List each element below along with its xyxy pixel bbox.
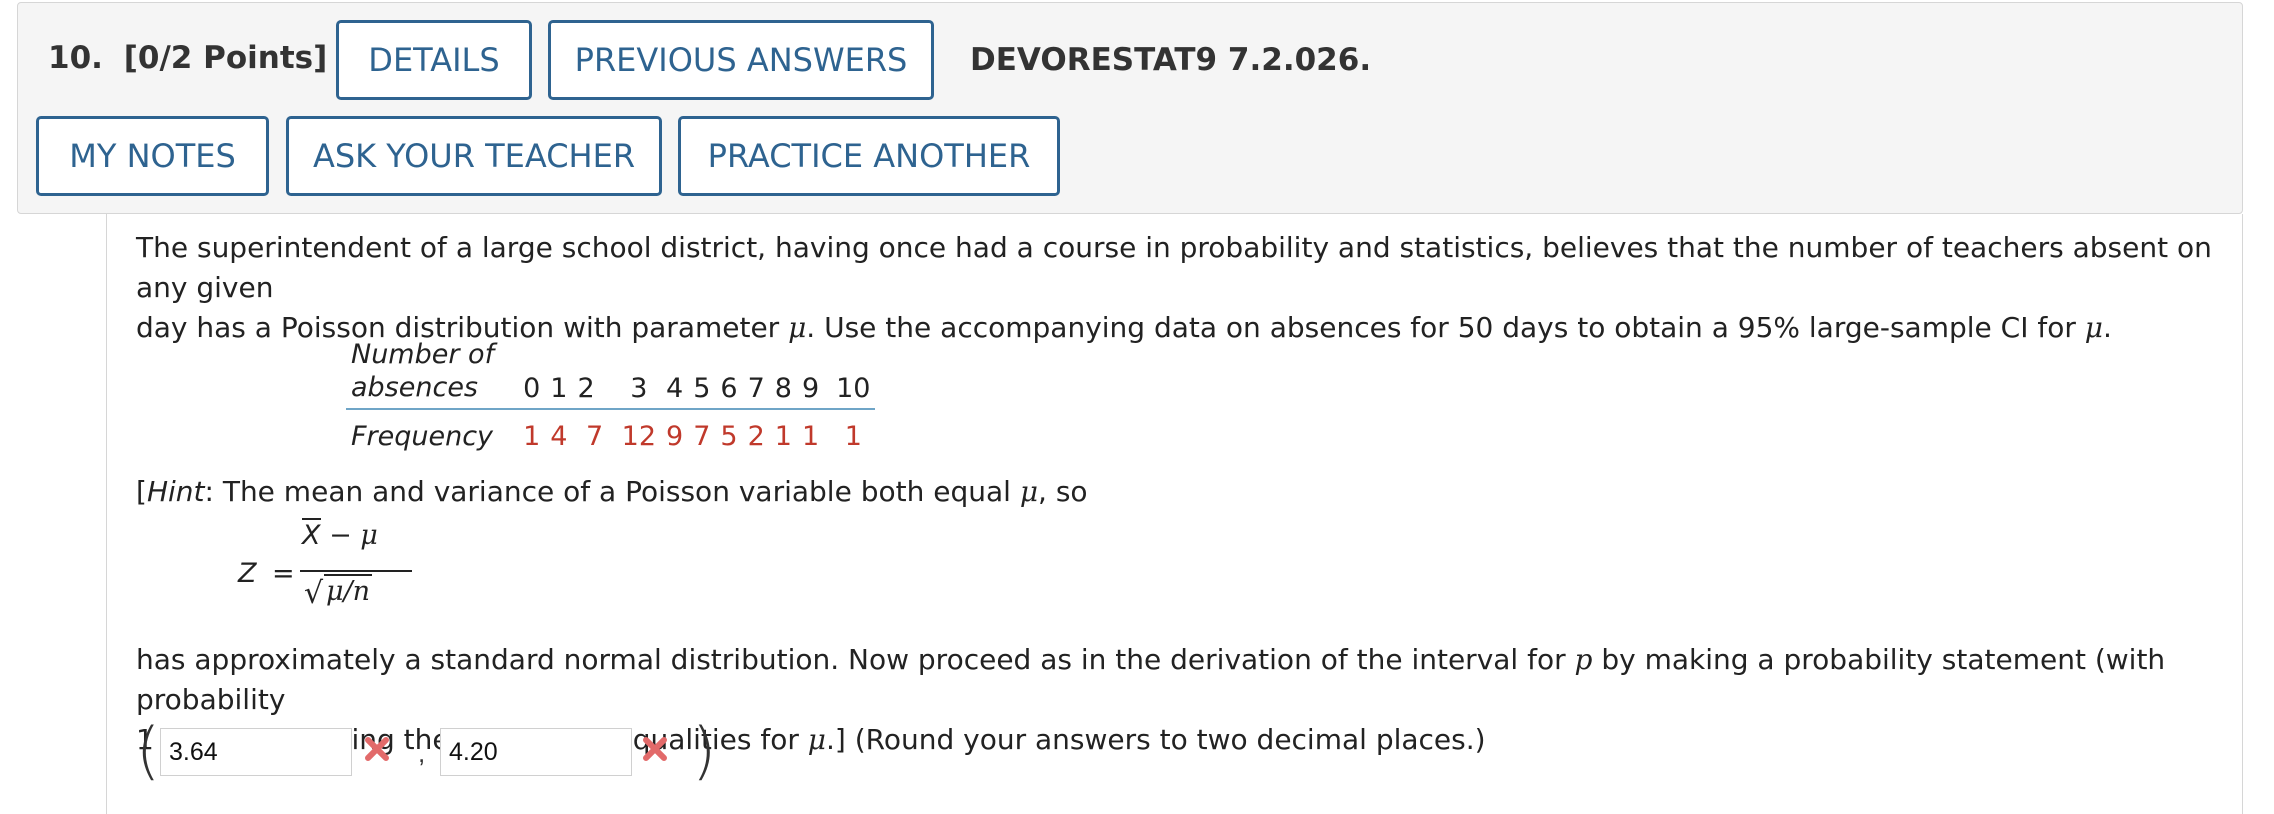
problem-code: DEVORESTAT9 7.2.026. <box>970 42 1372 78</box>
my-notes-button[interactable]: MY NOTES <box>36 116 269 196</box>
table-row-absences: Number of absences 0 1 2 3 4 5 6 7 8 9 10 <box>346 338 876 410</box>
table-cell: 9 <box>666 421 684 452</box>
table-cell: 1 <box>844 421 862 452</box>
formula-denominator: √ μ/n <box>304 574 373 611</box>
table-cell: 7 <box>742 338 770 410</box>
open-paren: ( <box>136 714 161 787</box>
problem-line-1: The superintendent of a large school dis… <box>136 231 2212 304</box>
table-cell: 6 <box>715 338 743 410</box>
question-title: 10. [0/2 Points] <box>48 40 327 76</box>
problem-text: The superintendent of a large school dis… <box>136 228 2226 348</box>
points-label: [0/2 Points] <box>123 40 328 76</box>
lower-bound-input[interactable]: 3.64 <box>160 728 352 776</box>
previous-answers-button[interactable]: PREVIOUS ANSWERS <box>548 20 934 100</box>
table-row-frequency: Frequency 1 4 7 12 9 7 5 2 1 1 1 <box>346 409 875 453</box>
details-button[interactable]: DETAILS <box>336 20 532 100</box>
table-cell: 1 <box>801 421 820 452</box>
table-cell: 9 <box>796 338 825 410</box>
table-cell: 4 <box>550 421 568 452</box>
close-paren: ) <box>692 714 717 787</box>
table-cell: 12 <box>621 421 656 452</box>
table-cell: 2 <box>572 338 617 410</box>
table-cell: 1 <box>774 421 792 452</box>
incorrect-icon <box>365 737 389 761</box>
table-cell: 3 <box>616 338 661 410</box>
interval-separator: , <box>418 738 426 768</box>
table-cell: 0 <box>518 338 546 410</box>
table-cell: 1 <box>545 338 573 410</box>
incorrect-icon <box>643 737 667 761</box>
hint-text: [Hint: The mean and variance of a Poisso… <box>136 475 1088 508</box>
upper-bound-input[interactable]: 4.20 <box>440 728 632 776</box>
table-cell: 7 <box>585 421 604 452</box>
table-cell: 4 <box>661 338 689 410</box>
frequency-row-label: Frequency <box>351 421 494 452</box>
question-number: 10. <box>48 40 103 76</box>
table-cell: 2 <box>747 421 765 452</box>
fraction-bar <box>300 570 412 572</box>
table-cell: 8 <box>769 338 797 410</box>
table-cell: 5 <box>720 421 738 452</box>
table-cell: 5 <box>688 338 716 410</box>
formula-numerator: X − μ <box>302 520 378 551</box>
equals-sign: = <box>272 558 295 589</box>
table-cell: 7 <box>693 421 711 452</box>
table-cell: 10 <box>824 338 876 410</box>
followup-line-1: has approximately a standard normal dist… <box>136 643 2166 716</box>
z-symbol: Z <box>238 558 257 589</box>
ask-your-teacher-button[interactable]: ASK YOUR TEACHER <box>286 116 662 196</box>
table-cell: 1 <box>523 421 541 452</box>
absence-frequency-table: Number of absences 0 1 2 3 4 5 6 7 8 9 10… <box>346 338 876 453</box>
practice-another-button[interactable]: PRACTICE ANOTHER <box>678 116 1060 196</box>
absences-row-label: Number of absences <box>346 338 519 410</box>
